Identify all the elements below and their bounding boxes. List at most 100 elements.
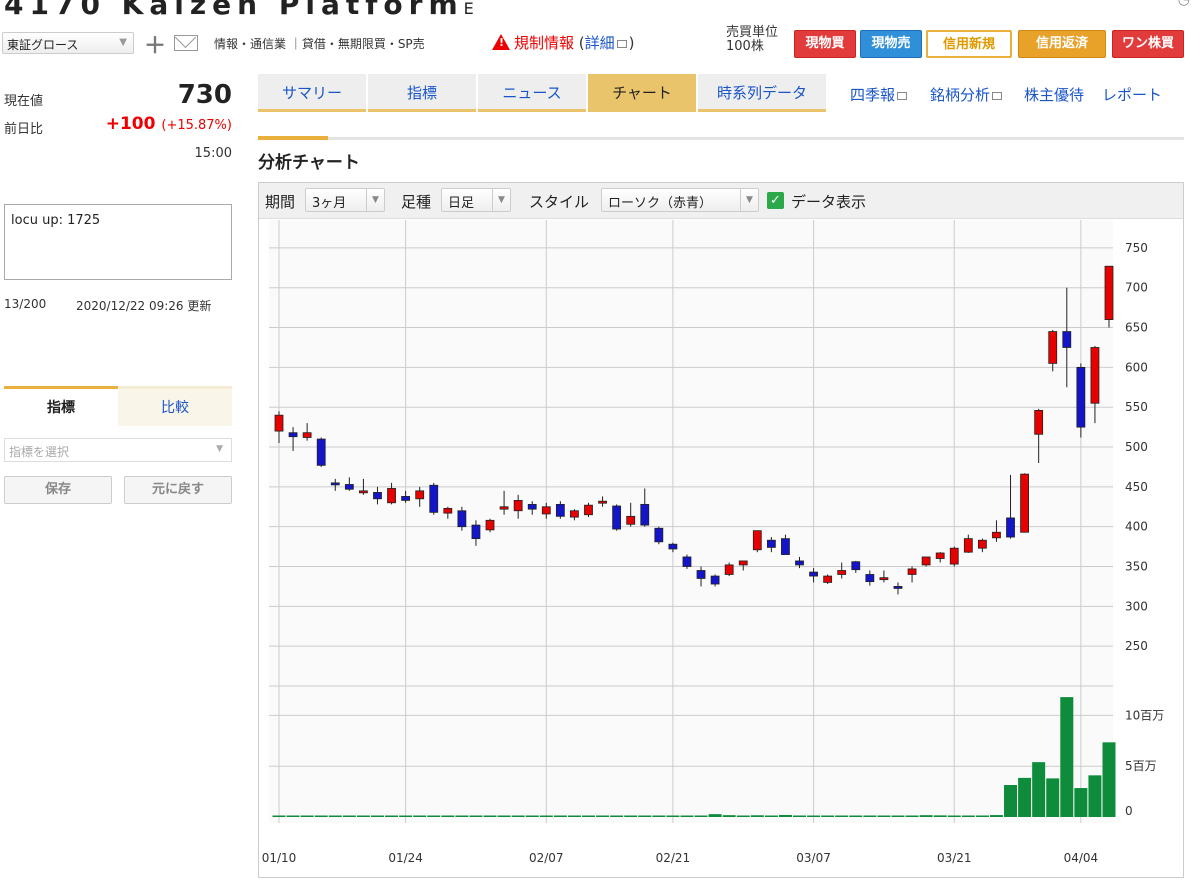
indicator-select[interactable]: 指標を選択 ▼ (4, 438, 232, 462)
candle-body (893, 586, 903, 589)
volume-bar (286, 815, 300, 817)
candle-body (809, 571, 818, 577)
candle-body (555, 503, 565, 517)
stock-info: 情報・通信業 ｜貸借・無期限買・SP売 (214, 37, 425, 51)
candle-body (654, 527, 664, 543)
data-display-checkbox[interactable]: ✓ (767, 192, 784, 209)
candle-body (457, 510, 467, 528)
period-label: 期間 (265, 193, 296, 211)
candle-body (359, 490, 368, 494)
volume-bar (680, 815, 694, 817)
volume-bar (553, 815, 567, 817)
volume-bar (905, 815, 919, 817)
candle-body (387, 488, 396, 504)
volume-bar (314, 815, 328, 817)
chevron-down-icon: ▼ (366, 189, 384, 211)
candle-body (1090, 347, 1100, 404)
volume-bar (638, 815, 652, 817)
candle-body (1062, 331, 1072, 348)
link-benefits[interactable]: 株主優待 (1024, 84, 1084, 105)
volume-bar (1004, 784, 1018, 817)
candle-body (598, 500, 607, 504)
chevron-down-icon: ▼ (119, 37, 127, 48)
data-display-label: データ表示 (791, 193, 867, 211)
candle-body (344, 484, 354, 490)
candle-body (668, 543, 678, 550)
spot-buy-button[interactable]: 現物買 (794, 30, 856, 58)
section-title: 分析チャート (258, 153, 360, 173)
tab-compare[interactable]: 比較 (118, 386, 232, 426)
candle-body (499, 506, 509, 510)
tab-indicators[interactable]: 指標 (368, 74, 476, 112)
reset-button[interactable]: 元に戻す (124, 476, 232, 504)
tab-news[interactable]: ニュース (478, 74, 586, 112)
regulation-link[interactable]: 規制情報 (514, 34, 574, 52)
volume-bar (356, 815, 370, 817)
clock-icon[interactable]: ◔ (1178, 0, 1190, 8)
trading-unit: 売買単位 100株 (726, 25, 779, 54)
volume-bar (933, 815, 947, 817)
y-tick-label: 250 (1125, 639, 1148, 653)
link-shikiho[interactable]: 四季報 (850, 84, 909, 105)
volume-bar (961, 815, 975, 817)
volume-bar (300, 815, 314, 817)
x-tick-label: 04/04 (1064, 851, 1099, 865)
volume-bar (764, 815, 778, 817)
stock-title: 4170 Kaizen PlatformE (4, 0, 474, 21)
current-price-label: 現在値 (4, 94, 44, 109)
bar-type-select[interactable]: 日足 ▼ (441, 188, 511, 212)
plus-icon[interactable]: ＋ (144, 28, 166, 60)
x-tick-label: 01/24 (388, 851, 423, 865)
period-select[interactable]: 3ヶ月 ▼ (305, 188, 385, 212)
link-analysis[interactable]: 銘柄分析 (930, 84, 1004, 105)
tab-summary[interactable]: サマリー (258, 74, 366, 112)
candle-body (710, 575, 720, 585)
margin-new-button[interactable]: 信用新規 (926, 30, 1012, 58)
chart-toolbar: 期間 3ヶ月 ▼ 足種 日足 ▼ スタイル ローソク（赤青） ▼ ✓ データ表示 (259, 183, 1183, 219)
y-tick-label: 700 (1125, 281, 1148, 295)
chart-panel: 期間 3ヶ月 ▼ 足種 日足 ▼ スタイル ローソク（赤青） ▼ ✓ データ表示 25… (258, 182, 1184, 878)
margin-repay-button[interactable]: 信用返済 (1018, 30, 1106, 58)
spot-sell-button[interactable]: 現物売 (860, 30, 922, 58)
candle-body (471, 524, 481, 540)
section-divider (328, 137, 1184, 140)
style-select[interactable]: ローソク（赤青） ▼ (601, 188, 759, 212)
style-label: スタイル (529, 193, 590, 211)
volume-bar (736, 815, 750, 817)
tab-chart[interactable]: チャート (588, 74, 696, 112)
regulation-detail-link[interactable]: 詳細 (585, 34, 615, 52)
market-select[interactable]: 東証グロース ▼ (2, 32, 134, 54)
tab-indicator[interactable]: 指標 (4, 386, 118, 426)
candle-body (415, 490, 425, 500)
link-report[interactable]: レポート (1102, 84, 1162, 105)
candle-body (879, 577, 889, 581)
candle-body (795, 560, 804, 566)
volume-bar (849, 815, 863, 817)
volume-bar (919, 815, 933, 817)
candle-body (781, 538, 790, 555)
x-tick-label: 02/07 (529, 851, 564, 865)
volume-bar (1032, 762, 1046, 817)
candle-body (696, 570, 706, 579)
candle-body (485, 519, 495, 531)
candle-body (1076, 366, 1086, 428)
mail-icon[interactable] (174, 35, 198, 51)
candle-body (429, 484, 439, 513)
volume-bar (272, 815, 286, 817)
candle-body (766, 539, 776, 548)
volume-bar (877, 815, 891, 817)
save-button[interactable]: 保存 (4, 476, 112, 504)
volume-tick-label: 10百万 (1125, 708, 1164, 722)
x-tick-label: 03/07 (796, 851, 831, 865)
y-tick-label: 450 (1125, 480, 1148, 494)
candle-body (682, 556, 692, 567)
candle-body (921, 556, 931, 566)
y-tick-label: 750 (1125, 241, 1148, 255)
volume-bar (793, 815, 807, 817)
candle-body (584, 504, 593, 516)
bar-type-label: 足種 (401, 193, 432, 211)
tab-timeseries[interactable]: 時系列データ (698, 74, 826, 112)
memo-textarea[interactable]: locu up: 1725 (4, 204, 232, 280)
volume-bar (385, 815, 399, 817)
one-share-buy-button[interactable]: ワン株買 (1112, 30, 1184, 58)
